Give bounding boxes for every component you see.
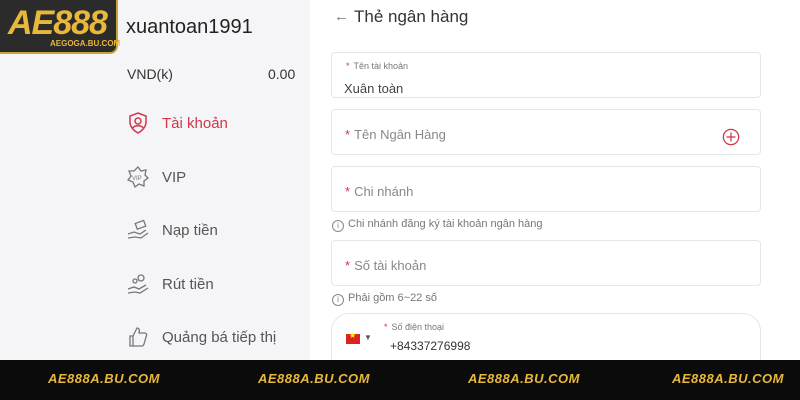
watermark-text: AE888A.BU.COM xyxy=(468,371,580,386)
branch-placeholder: * Chi nhánh xyxy=(345,184,413,199)
sidebar-item-label: Tài khoản xyxy=(162,114,228,132)
brand-logo[interactable]: AE888 AEGOGA.BU.COM xyxy=(0,0,121,54)
account-number-hint: i Phải gồm 6~22 số xyxy=(332,292,437,306)
info-icon: i xyxy=(332,294,344,306)
branch-hint-text: Chi nhánh đăng ký tài khoản ngân hàng xyxy=(348,218,543,230)
sidebar-item-marketing[interactable]: Quảng bá tiếp thị xyxy=(126,322,306,352)
watermark-footer: AE888A.BU.COM AE888A.BU.COM AE888A.BU.CO… xyxy=(0,360,800,400)
account-number-field[interactable]: * Số tài khoản xyxy=(331,240,761,286)
branch-placeholder-text: Chi nhánh xyxy=(354,184,414,199)
add-circle-icon[interactable] xyxy=(722,128,740,146)
watermark-text: AE888A.BU.COM xyxy=(48,371,160,386)
account-name-label-text: Tên tài khoản xyxy=(353,61,409,71)
thumbs-up-icon xyxy=(129,327,148,347)
user-shield-icon xyxy=(129,112,147,134)
phone-value: +84337276998 xyxy=(390,339,471,353)
balance-label: VND(k) xyxy=(127,66,173,82)
required-mark: * xyxy=(345,258,351,273)
account-name-field[interactable]: * Tên tài khoản Xuân toàn xyxy=(331,52,761,98)
vietnam-flag-icon[interactable] xyxy=(346,331,360,344)
chevron-down-icon[interactable]: ▼ xyxy=(364,333,372,342)
branch-field[interactable]: * Chi nhánh xyxy=(331,166,761,212)
back-arrow-icon[interactable]: ← xyxy=(334,8,349,25)
required-mark: * xyxy=(384,322,388,332)
username: xuantoan1991 xyxy=(126,16,253,38)
sidebar: AE888 AEGOGA.BU.COM xuantoan1991 VND(k) … xyxy=(0,0,310,360)
balance-value: 0.00 xyxy=(268,66,296,82)
deposit-hand-icon xyxy=(127,219,149,239)
bank-card-panel: ← Thẻ ngân hàng * Tên tài khoản Xuân toàn… xyxy=(310,0,800,365)
page-title: Thẻ ngân hàng xyxy=(354,7,469,26)
bank-name-field[interactable]: * Tên Ngân Hàng xyxy=(331,109,761,155)
sidebar-item-deposit[interactable]: Nạp tiền xyxy=(126,215,306,245)
svg-text:VIP: VIP xyxy=(132,176,142,182)
sidebar-item-label: Rút tiền xyxy=(162,275,214,293)
sidebar-item-account[interactable]: Tài khoản xyxy=(126,108,306,138)
required-mark: * xyxy=(345,127,351,142)
branch-hint: i Chi nhánh đăng ký tài khoản ngân hàng xyxy=(332,218,543,232)
logo-text: AE888 xyxy=(8,4,108,42)
phone-label-text: Số điện thoại xyxy=(391,322,445,332)
sidebar-item-vip[interactable]: VIP VIP xyxy=(126,162,306,192)
watermark-text: AE888A.BU.COM xyxy=(258,371,370,386)
sidebar-item-label: VIP xyxy=(162,168,187,186)
account-number-placeholder-text: Số tài khoản xyxy=(354,258,427,273)
bank-name-placeholder: * Tên Ngân Hàng xyxy=(345,127,446,142)
account-name-value: Xuân toàn xyxy=(344,81,404,96)
account-number-hint-text: Phải gồm 6~22 số xyxy=(348,292,437,304)
withdraw-hand-icon xyxy=(127,274,149,294)
phone-label: * Số điện thoại xyxy=(384,322,444,332)
sidebar-item-withdraw[interactable]: Rút tiền xyxy=(126,269,306,299)
account-number-placeholder: * Số tài khoản xyxy=(345,258,426,273)
watermark-text: AE888A.BU.COM xyxy=(672,371,784,386)
account-name-label: * Tên tài khoản xyxy=(346,61,408,71)
logo-subtext: AEGOGA.BU.COM xyxy=(50,39,121,48)
phone-field[interactable]: ▼ *Số điện thoại +84337276998 xyxy=(331,313,761,365)
required-mark: * xyxy=(345,184,351,199)
info-icon: i xyxy=(332,220,344,232)
required-mark: * xyxy=(346,61,350,71)
sidebar-item-label: Nạp tiền xyxy=(162,221,218,239)
sidebar-item-label: Quảng bá tiếp thị xyxy=(162,328,277,346)
vip-badge-icon: VIP xyxy=(126,166,149,189)
bank-name-placeholder-text: Tên Ngân Hàng xyxy=(354,127,446,142)
